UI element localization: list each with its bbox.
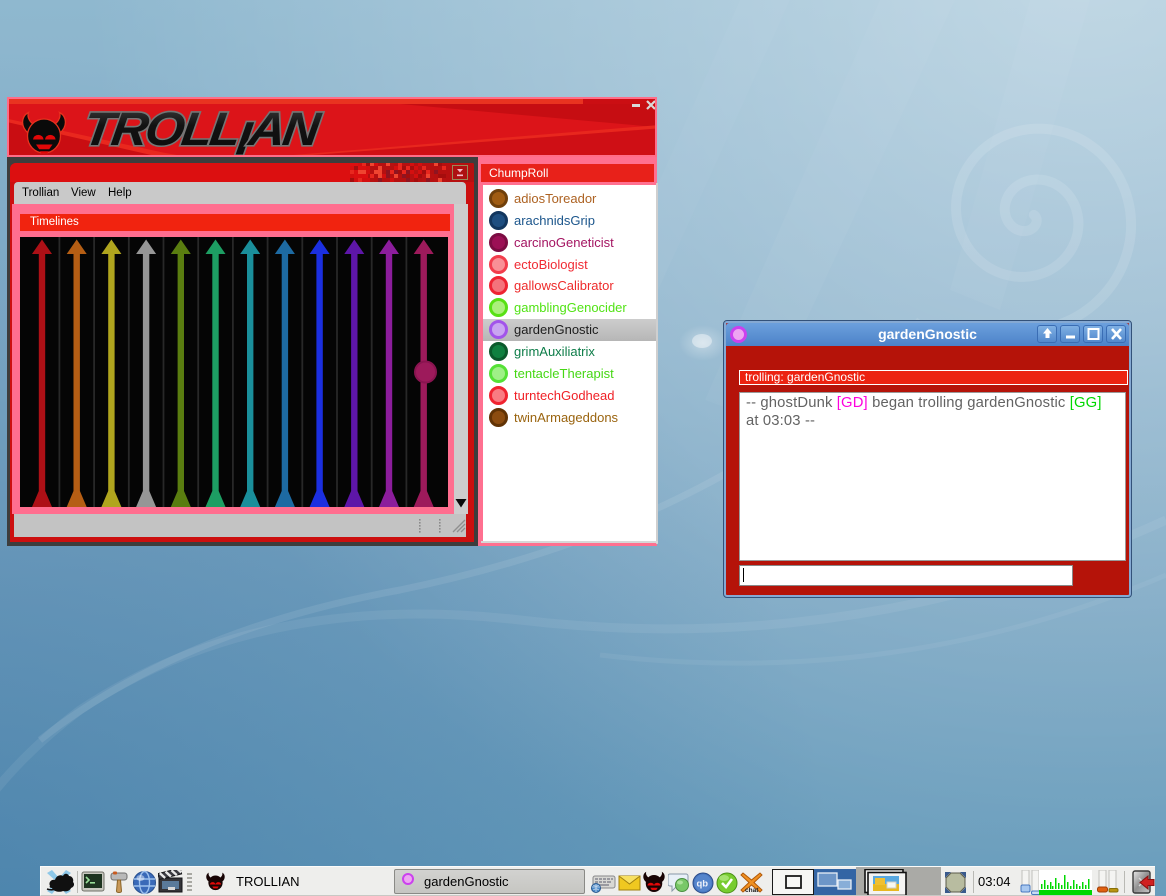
svg-text:qb: qb	[697, 879, 709, 890]
svg-text:TROLLIAN: TROLLIAN	[79, 104, 325, 157]
svg-text:chat: chat	[745, 887, 759, 894]
